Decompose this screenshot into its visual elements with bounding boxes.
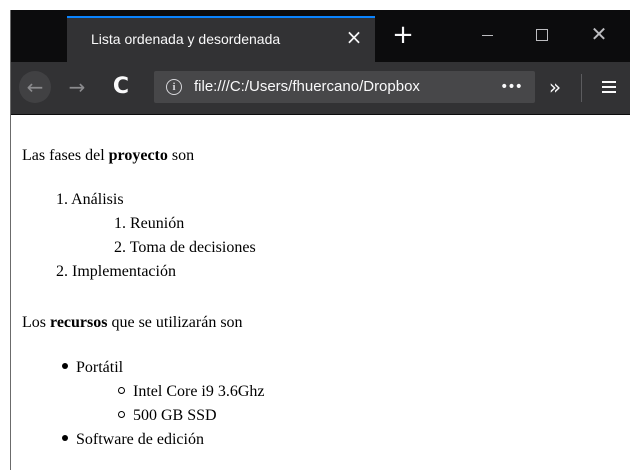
intro1-text-end: son <box>167 147 195 164</box>
list-item-label: 500 GB SSD <box>133 407 217 424</box>
list-item-label: Software de edición <box>76 431 204 448</box>
intro1-bold: proyecto <box>108 147 168 164</box>
list-item-label: Análisis <box>71 191 124 208</box>
page-content: Las fases del proyecto son 1. Análisis 1… <box>11 115 630 470</box>
intro1-text: Las fases del <box>22 147 109 164</box>
close-window-button[interactable]: ✕ <box>576 20 622 50</box>
circle-bullet-icon <box>118 410 125 418</box>
intro2-bold: recursos <box>50 314 108 331</box>
list-item: 1. Reunión <box>114 214 184 234</box>
back-arrow-icon[interactable]: ← <box>19 71 51 103</box>
list-item: 2. Implementación <box>56 262 176 282</box>
toolbar-divider <box>581 74 582 102</box>
page-actions-icon[interactable]: ••• <box>499 76 523 98</box>
list-number: 1. <box>114 215 126 232</box>
forward-arrow-icon[interactable]: → <box>63 71 91 103</box>
list-number: 2. <box>56 263 68 280</box>
intro2-text: Los <box>22 314 50 331</box>
intro-paragraph-phases: Las fases del proyecto son <box>22 147 194 165</box>
tab-title: Lista ordenada y desordenada <box>91 31 281 47</box>
minimize-icon <box>481 35 493 36</box>
toolbar-overflow-icon[interactable]: » <box>539 71 571 103</box>
list-number: 1. <box>56 191 68 208</box>
list-item-label: Reunión <box>130 215 185 232</box>
close-tab-icon[interactable]: × <box>343 26 365 48</box>
list-item: Portátil <box>62 358 123 378</box>
minimize-window-button[interactable] <box>464 20 510 50</box>
maximize-window-button[interactable] <box>519 20 565 50</box>
list-item-label: Portátil <box>76 359 124 376</box>
list-number: 2. <box>114 239 126 256</box>
disc-bullet-icon <box>62 435 68 442</box>
list-item: 1. Análisis <box>56 190 124 210</box>
list-item: 500 GB SSD <box>118 406 217 426</box>
site-info-icon[interactable]: i <box>166 79 182 95</box>
url-bar[interactable]: i file:///C:/Users/fhuercano/Dropbox ••• <box>154 71 535 103</box>
tab-strip: Lista ordenada y desordenada × + ✕ <box>11 10 630 62</box>
intro-paragraph-resources: Los recursos que se utilizarán son <box>22 314 243 332</box>
navigation-toolbar: ← → C i file:///C:/Users/fhuercano/Dropb… <box>11 62 630 114</box>
list-item: Software de edición <box>62 430 204 450</box>
hamburger-menu-icon[interactable] <box>593 71 625 103</box>
list-item: Intel Core i9 3.6Ghz <box>118 382 265 402</box>
reload-icon[interactable]: C <box>107 71 135 103</box>
list-item-label: Implementación <box>72 263 176 280</box>
url-text[interactable]: file:///C:/Users/fhuercano/Dropbox <box>194 78 474 95</box>
list-item-label: Toma de decisiones <box>129 239 256 256</box>
desktop-edge-top <box>0 0 630 10</box>
new-tab-icon[interactable]: + <box>388 22 418 50</box>
desktop-edge-left <box>0 10 10 470</box>
disc-bullet-icon <box>62 363 68 370</box>
browser-window: Lista ordenada y desordenada × + ✕ ← → C… <box>0 0 630 470</box>
maximize-icon <box>536 29 548 41</box>
url-fade <box>444 75 480 99</box>
list-item-label: Intel Core i9 3.6Ghz <box>133 383 265 400</box>
circle-bullet-icon <box>118 386 125 394</box>
list-item: 2. Toma de decisiones <box>114 238 256 258</box>
intro2-text-end: que se utilizarán son <box>107 314 243 331</box>
tab-active[interactable]: Lista ordenada y desordenada × <box>67 16 375 62</box>
